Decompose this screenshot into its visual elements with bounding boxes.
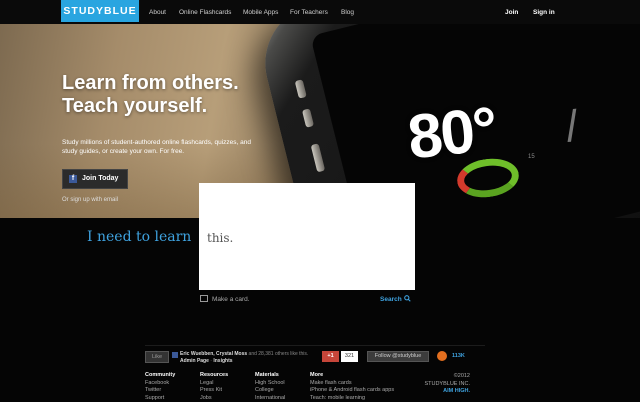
phone-button (302, 108, 314, 127)
headline-line-1: Learn from others. (62, 72, 239, 95)
facebook-like-button[interactable]: Like (145, 351, 169, 363)
copyright-block: ©2012 STUDYBLUE INC. AIM HIGH. (420, 373, 470, 396)
footer-column-resources: Resources Legal Press Kit Jobs (200, 372, 228, 402)
company-name: STUDYBLUE INC. (420, 381, 470, 389)
rss-count: 113K (452, 353, 465, 359)
nav-for-teachers[interactable]: For Teachers (290, 9, 328, 16)
facebook-icon (172, 352, 178, 358)
twitter-follow-button[interactable]: Follow @studyblue (367, 351, 429, 362)
card-input-text[interactable]: this. (207, 231, 233, 245)
footer-link-college[interactable]: College (255, 387, 285, 395)
join-link[interactable]: Join (505, 9, 518, 16)
tagline: AIM HIGH. (420, 388, 470, 396)
rss-icon[interactable] (437, 351, 447, 361)
admin-page-link[interactable]: Admin Page (180, 358, 209, 364)
signin-link[interactable]: Sign in (533, 9, 555, 16)
others-like-text: and 28,381 others like this. (247, 351, 308, 357)
footer-heading: Community (145, 372, 175, 380)
footer-column-more: More Make flash cards iPhone & Android f… (310, 372, 394, 402)
hero-subtext: Study millions of student-authored onlin… (62, 139, 262, 156)
make-card-link[interactable]: Make a card. (200, 295, 250, 303)
insights-link[interactable]: Insights (213, 358, 232, 364)
footer-heading: Resources (200, 372, 228, 380)
footer-link-facebook[interactable]: Facebook (145, 380, 175, 388)
footer-divider (145, 345, 485, 346)
footer-link-press-kit[interactable]: Press Kit (200, 387, 228, 395)
google-plus-button[interactable]: +1 (322, 351, 339, 362)
footer-link-teach[interactable]: Teach: mobile learning (310, 395, 394, 402)
signup-email-link[interactable]: Or sign up with email (62, 197, 118, 203)
join-today-label: Join Today (82, 170, 118, 188)
nav-mobile-apps[interactable]: Mobile Apps (243, 9, 278, 16)
footer-link-legal[interactable]: Legal (200, 380, 228, 388)
phone-small-text: 15 (528, 154, 535, 160)
footer-link-make-flash-cards[interactable]: Make flash cards (310, 380, 394, 388)
footer-link-twitter[interactable]: Twitter (145, 387, 175, 395)
footer-heading: More (310, 372, 394, 380)
facebook-social-text: Eric Wuebben, Crystal Moss and 28,381 ot… (180, 351, 320, 365)
facebook-icon: f (69, 175, 77, 183)
footer-link-support[interactable]: Support (145, 395, 175, 402)
nav-about[interactable]: About (149, 9, 166, 16)
google-plus-count: 321 (341, 351, 358, 362)
top-navbar: STUDYBLUE About Online Flashcards Mobile… (0, 0, 640, 24)
make-card-label: Make a card. (212, 296, 250, 303)
search-label: Search (380, 296, 402, 303)
headline-line-2: Teach yourself. (62, 95, 239, 118)
phone-button (295, 79, 307, 98)
studyblue-logo[interactable]: STUDYBLUE (61, 0, 139, 22)
nav-blog[interactable]: Blog (341, 9, 354, 16)
join-today-button[interactable]: f Join Today (62, 169, 128, 189)
footer-link-jobs[interactable]: Jobs (200, 395, 228, 402)
friend-names[interactable]: Eric Wuebben, Crystal Moss (180, 351, 247, 357)
pencil-icon (200, 295, 208, 302)
phone-button (311, 143, 326, 172)
footer-link-international[interactable]: International (255, 395, 285, 402)
search-icon (404, 295, 411, 302)
footer-column-community: Community Facebook Twitter Support (145, 372, 175, 402)
hero-headline: Learn from others. Teach yourself. (62, 72, 239, 118)
search-link[interactable]: Search (380, 295, 411, 303)
footer-link-high-school[interactable]: High School (255, 380, 285, 388)
footer-column-materials: Materials High School College Internatio… (255, 372, 285, 402)
footer-link-mobile-apps[interactable]: iPhone & Android flash cards apps (310, 387, 394, 395)
footer-heading: Materials (255, 372, 285, 380)
learn-prompt: I need to learn (87, 229, 191, 245)
copyright-year: ©2012 (420, 373, 470, 381)
nav-online-flashcards[interactable]: Online Flashcards (179, 9, 231, 16)
